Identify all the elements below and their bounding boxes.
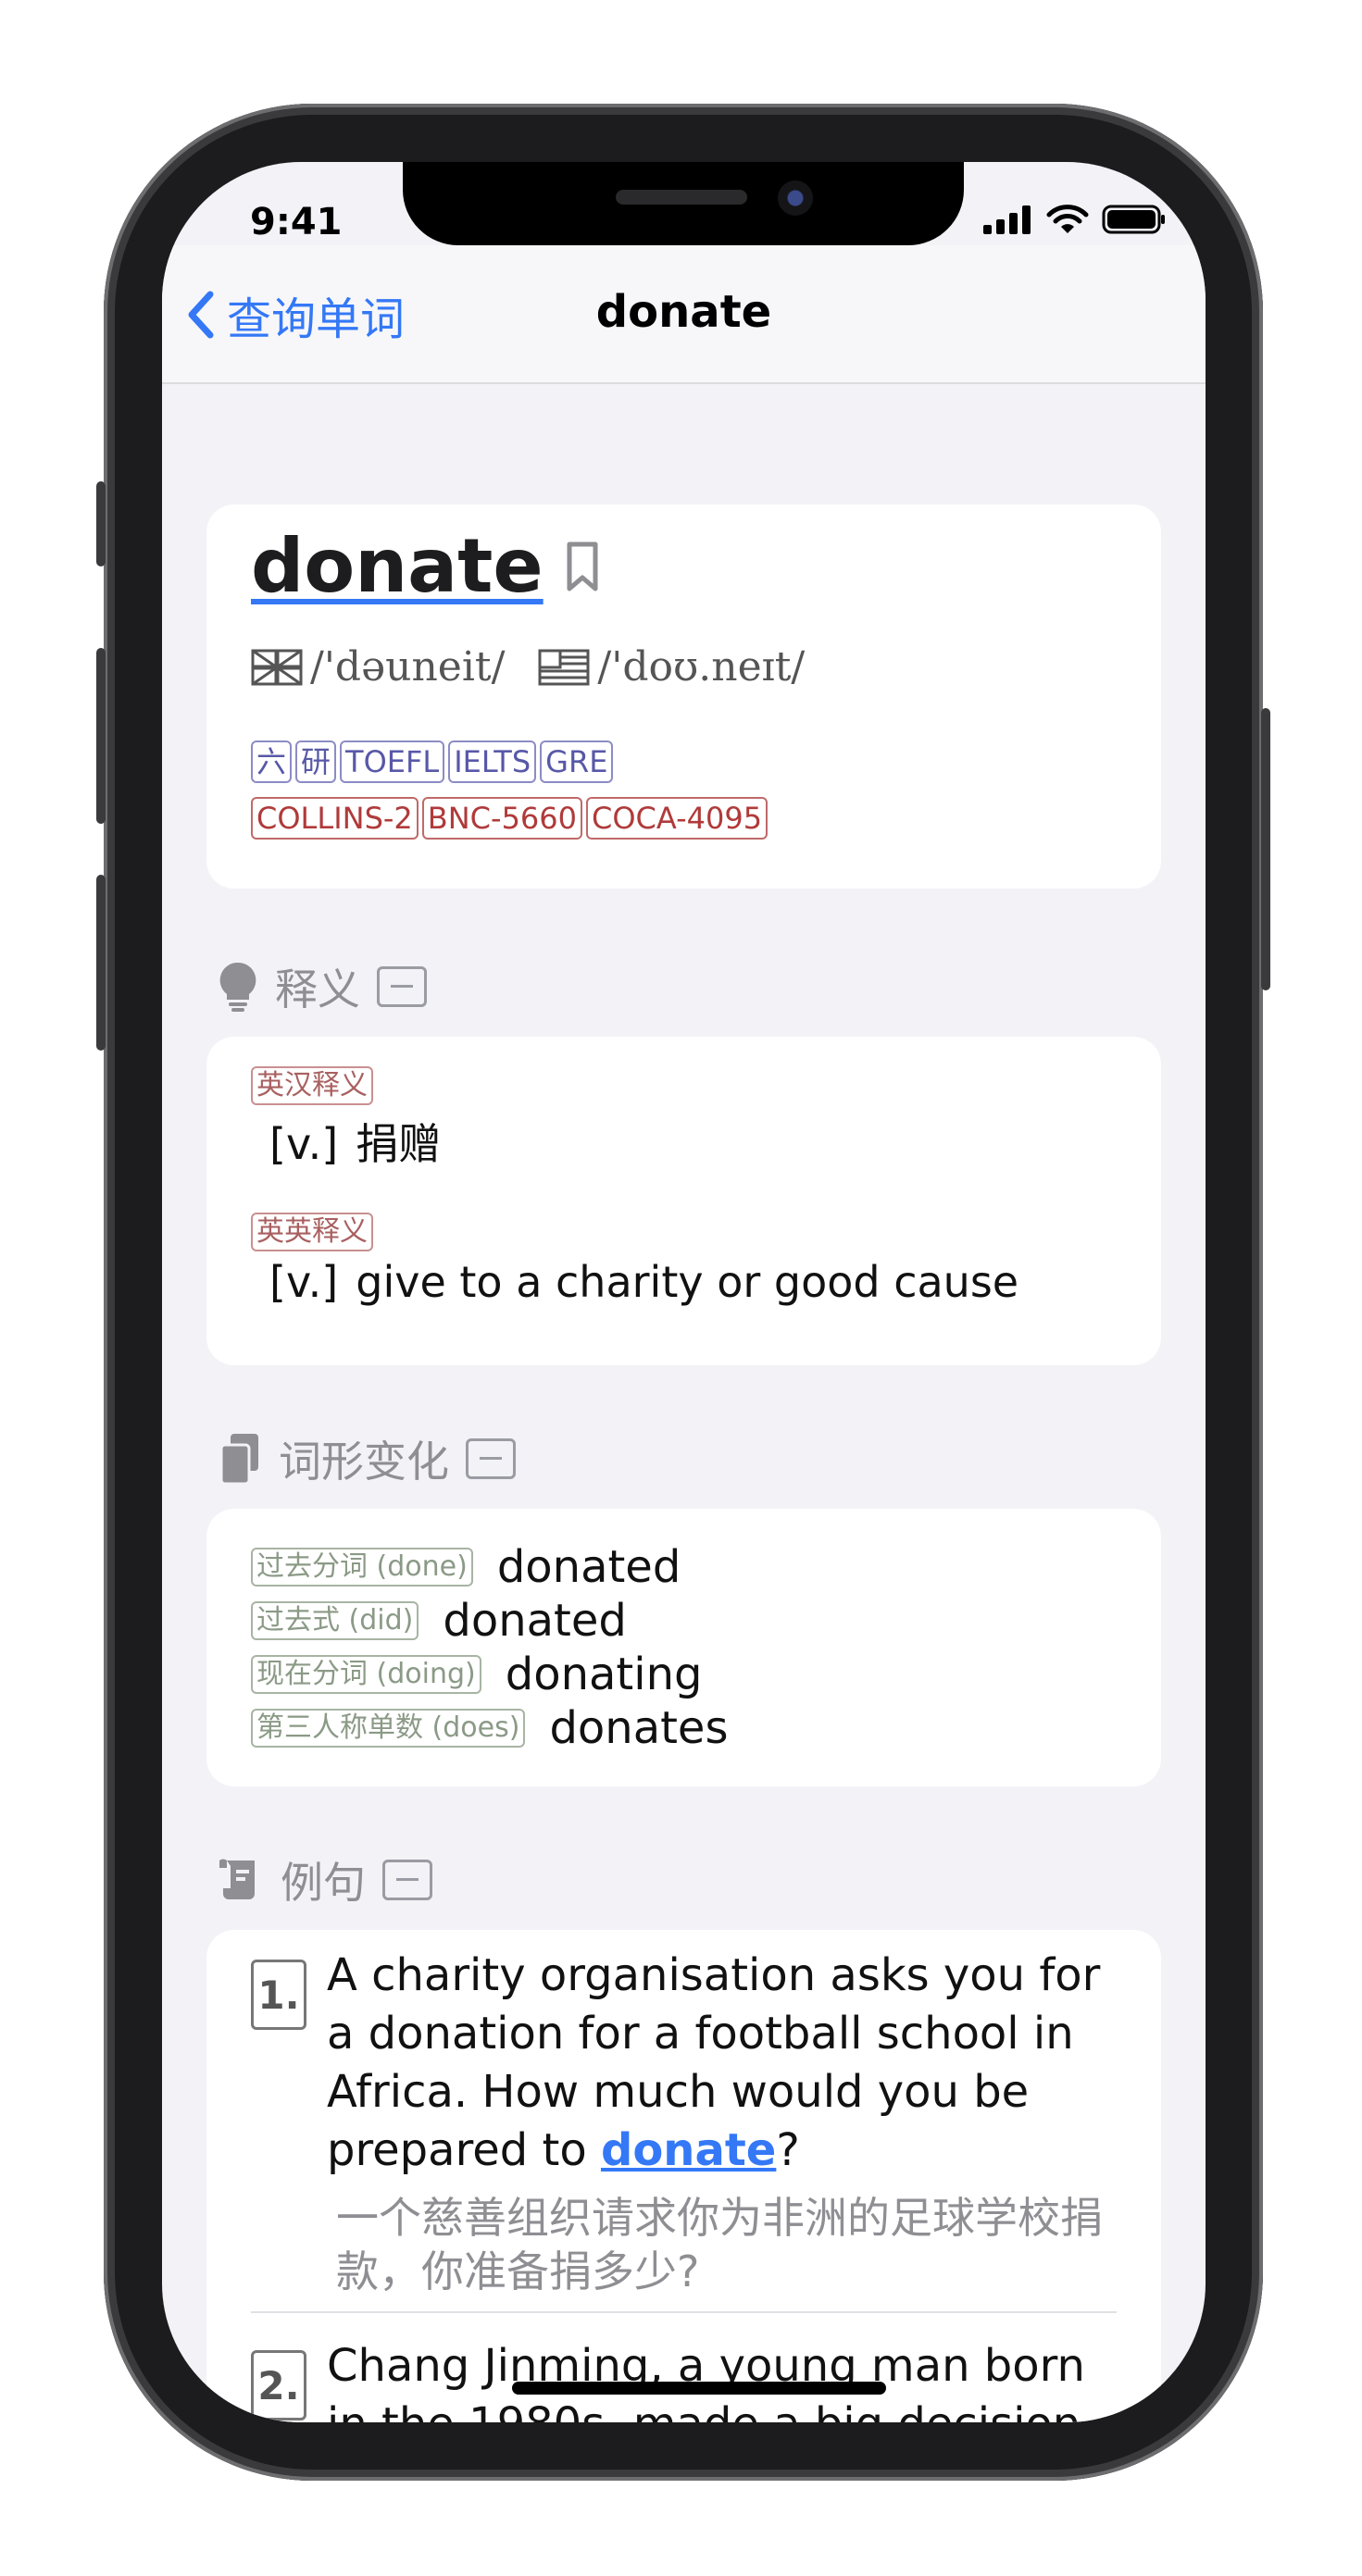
example-item: 2. Chang Jinming, a young man born in th… [251,2337,1112,2422]
example-english: Chang Jinming, a young man born in the 1… [327,2337,1112,2422]
examples-header: 例句 [218,1849,432,1910]
level-tag: 六 [251,740,293,783]
volume-up-button [96,648,106,824]
word-forms-header: 词形变化 [218,1428,516,1489]
word-form-row: 第三人称单数 (does) donates [251,1701,728,1755]
lightbulb-icon [219,962,256,1012]
scroll-icon [219,1859,255,1899]
headword[interactable]: donate [251,523,544,609]
word-form-tag: 现在分词 (doing) [251,1655,481,1694]
level-tag: GRE [540,740,614,783]
example-english-tail: ? [776,2124,800,2176]
status-time: 9:41 [250,201,343,243]
zh-definition-tag: 英汉释义 [251,1066,373,1105]
word-form-tag: 过去式 (did) [251,1601,419,1640]
word-form-value[interactable]: donated [443,1595,627,1647]
wifi-icon [1046,205,1089,233]
examples-card: 1. A charity organisation asks you for a… [206,1930,1161,2422]
level-tag: 研 [295,740,337,783]
en-definition-tag: 英英释义 [251,1213,373,1251]
en-definition: give to a charity or good cause [356,1257,1019,1307]
frequency-tag: BNC-5660 [421,797,582,840]
documents-icon [219,1434,258,1486]
us-pronunciation[interactable]: /'doʊ.neɪt/ [538,643,805,691]
example-item: 1. A charity organisation asks you for a… [251,1947,1112,2298]
collapse-definitions-button[interactable] [377,966,427,1007]
speaker-grille [616,190,747,205]
cellular-signal-icon [983,205,1031,234]
volume-down-button [96,875,106,1051]
notch [403,162,964,245]
definitions-header: 释义 [218,956,427,1017]
en-pos: [v.] [269,1257,339,1307]
zh-definition: 捐赠 [356,1119,442,1169]
us-phonetic: /'doʊ.neɪt/ [597,643,806,691]
status-icons [983,204,1167,235]
word-form-tag: 第三人称单数 (does) [251,1709,526,1748]
word-form-value[interactable]: donates [549,1702,728,1754]
word-form-row: 过去式 (did) donated [251,1594,728,1648]
battery-icon [1102,205,1165,234]
word-form-row: 现在分词 (doing) donating [251,1648,728,1701]
power-button [1261,708,1270,990]
frequency-tag: COCA-4095 [586,797,768,840]
level-tag: TOEFL [340,740,445,783]
word-form-value[interactable]: donating [506,1649,703,1700]
home-indicator[interactable] [512,2382,886,2395]
front-camera [778,180,813,216]
word-form-tag: 过去分词 (done) [251,1548,473,1587]
nav-title: donate [595,286,772,338]
example-chinese: 一个慈善组织请求你为非洲的足球学校捐款，你准备捐多少? [336,2193,1103,2296]
example-english: A charity organisation asks you for a do… [327,1947,1112,2180]
example-number: 2. [251,2350,306,2420]
definitions-card: 英汉释义 [v.] 捐赠 英英释义 [v.] give to a charity… [206,1037,1161,1365]
level-tags: 六研 TOEFL IELTS GRE [251,740,617,783]
frequency-tag: COLLINS-2 [251,797,419,840]
word-forms-card: 过去分词 (done) donated 过去式 (did) donated 现在… [206,1509,1161,1786]
frequency-tags: COLLINS-2 BNC-5660 COCA-4095 [251,797,771,840]
definitions-title: 释义 [275,964,360,1014]
us-flag-icon [538,649,590,685]
uk-pronunciation[interactable]: /'dəuneit/ [251,643,505,691]
navigation-bar: 查询单词 donate [162,245,1206,384]
zh-pos: [v.] [269,1119,339,1169]
bookmark-icon[interactable] [564,539,601,594]
example-highlight-word[interactable]: donate [601,2124,776,2176]
level-tag: IELTS [448,740,537,783]
silent-switch [96,481,106,566]
word-forms-title: 词形变化 [279,1437,449,1487]
screen: 9:41 查询单词 donate donate /'dəuneit/ /'doʊ… [162,162,1206,2422]
word-form-row: 过去分词 (done) donated [251,1540,728,1594]
collapse-word-forms-button[interactable] [466,1438,516,1479]
example-number: 1. [251,1960,306,2030]
word-form-value[interactable]: donated [497,1541,681,1593]
word-card: donate /'dəuneit/ /'doʊ.neɪt/ 六 研 TOEFL … [206,504,1161,889]
collapse-examples-button[interactable] [382,1860,432,1900]
example-divider [251,2311,1117,2313]
examples-title: 例句 [281,1858,366,1908]
uk-flag-icon [251,649,303,685]
uk-phonetic: /'dəuneit/ [310,643,506,691]
